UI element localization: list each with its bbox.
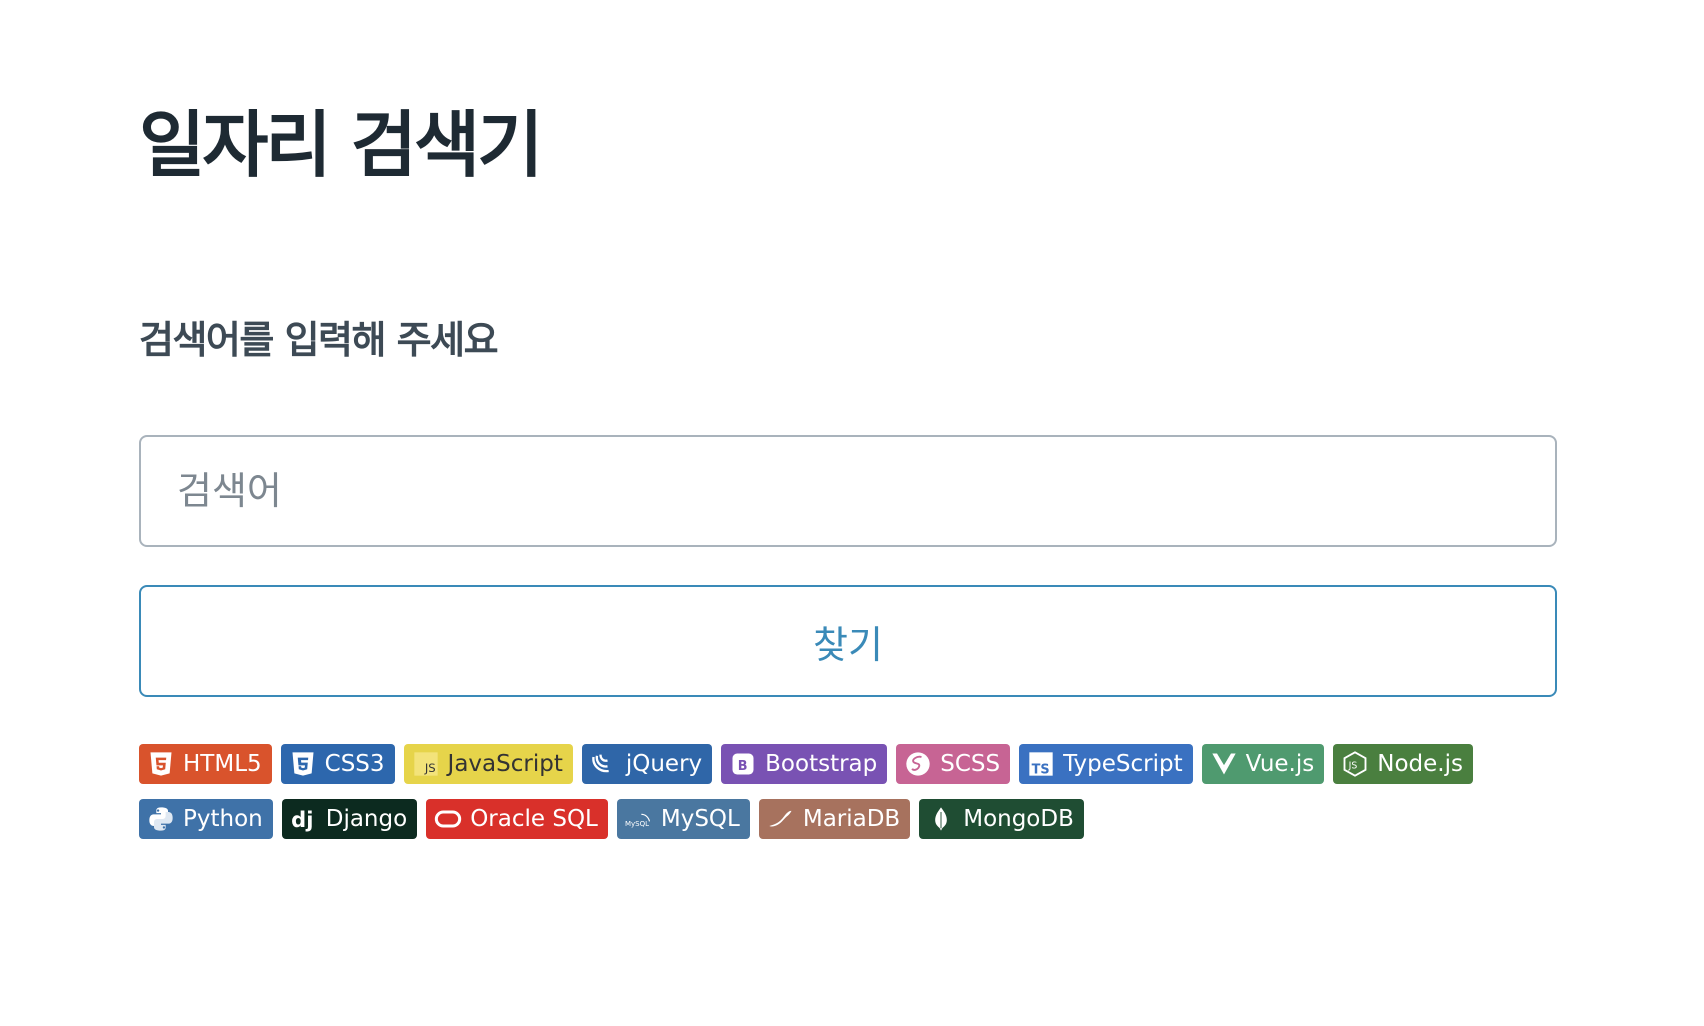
search-input[interactable]: [139, 435, 1557, 547]
badge-label: JavaScript: [447, 751, 563, 777]
badge-bootstrap[interactable]: B Bootstrap: [721, 744, 888, 784]
badge-label: MariaDB: [802, 806, 901, 832]
search-prompt: 검색어를 입력해 주세요: [139, 318, 499, 362]
python-icon: [147, 805, 175, 833]
html5-icon: [147, 750, 175, 778]
badge-css3[interactable]: CSS3: [280, 744, 395, 784]
page: 일자리 검색기 검색어를 입력해 주세요 찾기 HTML5 CSS3 JS JavaS…: [0, 0, 1704, 1026]
badge-label: TypeScript: [1063, 751, 1183, 777]
badge-typescript[interactable]: TS TypeScript: [1019, 744, 1193, 784]
badge-scss[interactable]: SCSS: [896, 744, 1011, 784]
svg-text:JS: JS: [423, 761, 435, 775]
svg-text:JS: JS: [1348, 761, 1358, 772]
mysql-icon: MySQL: [625, 805, 653, 833]
django-icon: dj: [290, 805, 318, 833]
nodejs-icon: JS: [1341, 750, 1369, 778]
badge-oracle-sql[interactable]: Oracle SQL: [426, 799, 608, 839]
badge-label: Vue.js: [1245, 751, 1315, 777]
badge-django[interactable]: dj Django: [281, 799, 418, 839]
mariadb-icon: [767, 805, 795, 833]
bootstrap-icon: B: [729, 750, 757, 778]
page-title: 일자리 검색기: [139, 103, 544, 187]
badge-label: jQuery: [625, 751, 703, 777]
svg-text:TS: TS: [1032, 762, 1050, 777]
typescript-icon: TS: [1027, 750, 1055, 778]
mongodb-icon: [927, 805, 955, 833]
svg-text:dj: dj: [291, 808, 313, 832]
badge-jquery[interactable]: jQuery: [581, 744, 713, 784]
badge-vue-js[interactable]: Vue.js: [1201, 744, 1325, 784]
vuejs-icon: [1210, 750, 1238, 778]
badge-label: Python: [183, 806, 263, 832]
badge-label: Node.js: [1377, 751, 1463, 777]
tech-badge-list: HTML5 CSS3 JS JavaScript jQuery B Bootstrap SCS…: [139, 744, 1557, 839]
badge-label: MySQL: [660, 806, 740, 832]
badge-label: HTML5: [183, 751, 262, 777]
badge-mongodb[interactable]: MongoDB: [919, 799, 1084, 839]
badge-label: CSS3: [324, 751, 385, 777]
badge-label: Bootstrap: [765, 751, 878, 777]
css3-icon: [289, 750, 317, 778]
javascript-icon: JS: [412, 750, 440, 778]
badge-javascript[interactable]: JS JavaScript: [403, 744, 573, 784]
svg-text:B: B: [738, 759, 748, 774]
jquery-icon: [590, 750, 618, 778]
svg-text:MySQL: MySQL: [625, 820, 649, 828]
badge-mariadb[interactable]: MariaDB: [758, 799, 911, 839]
badge-label: SCSS: [940, 751, 1001, 777]
badge-label: Oracle SQL: [470, 806, 598, 832]
sass-icon: [904, 750, 932, 778]
oracle-icon: [434, 805, 462, 833]
search-button[interactable]: 찾기: [139, 585, 1557, 697]
badge-label: Django: [325, 806, 408, 832]
badge-label: MongoDB: [963, 806, 1074, 832]
badge-python[interactable]: Python: [139, 799, 273, 839]
badge-mysql[interactable]: MySQL MySQL: [616, 799, 750, 839]
badge-html5[interactable]: HTML5: [139, 744, 272, 784]
badge-node-js[interactable]: JS Node.js: [1333, 744, 1473, 784]
